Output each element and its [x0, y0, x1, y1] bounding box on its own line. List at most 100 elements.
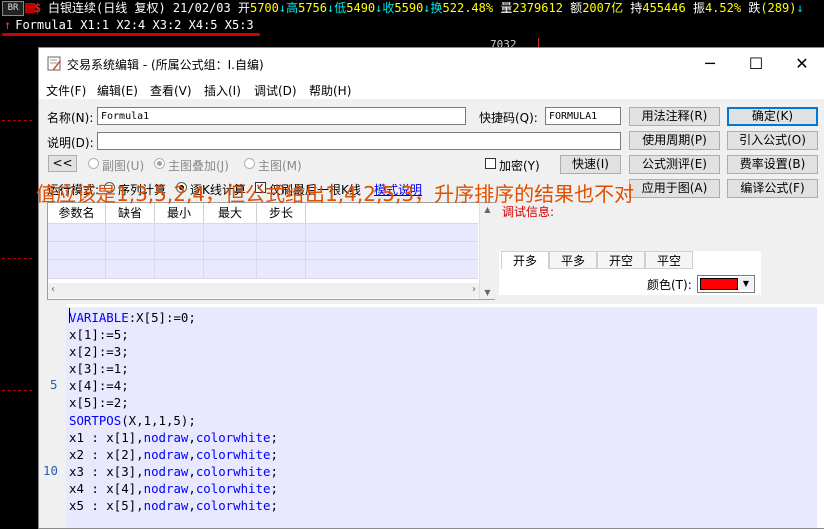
subchart-label: 副图(U): [102, 159, 145, 173]
code-line[interactable]: x3 : x[3],nodraw,colorwhite;: [69, 463, 278, 480]
code-line[interactable]: SORTPOS(X,1,1,5);: [69, 412, 278, 429]
fee-settings-button[interactable]: 费率设置(B): [727, 155, 818, 174]
maximize-button[interactable]: ☐: [733, 48, 779, 79]
grid-line: [48, 223, 478, 224]
text-cursor: [69, 308, 70, 323]
close-button[interactable]: ✕: [779, 48, 824, 79]
open-value: 5700: [249, 1, 279, 15]
code-line[interactable]: x1 : x[1],nodraw,colorwhite;: [69, 429, 278, 446]
color-label: 颜色(T):: [647, 278, 692, 292]
code-token: ,: [188, 498, 196, 514]
line-number: 5: [50, 377, 58, 393]
tab-open-long[interactable]: 开多: [501, 251, 549, 269]
description-input[interactable]: [97, 132, 621, 150]
import-formula-button[interactable]: 引入公式(O): [727, 131, 818, 150]
quote-row: 白银连续(日线 复权) 21/02/03 开5700↓高5756↓低5490↓收…: [48, 0, 804, 17]
dollar-icon: $: [34, 1, 42, 15]
speed-button[interactable]: 快速(I): [560, 155, 621, 174]
code-line[interactable]: x2 : x[2],nodraw,colorwhite;: [69, 446, 278, 463]
code-token: (X,1,1,5);: [121, 412, 196, 428]
chevron-down-icon[interactable]: ▼: [739, 277, 753, 290]
menu-view[interactable]: 查看(V): [150, 82, 192, 99]
overlay-label: 主图叠加(J): [168, 159, 229, 173]
title-bar[interactable]: 交易系统编辑 - (所属公式组：I.自编) ─ ☐ ✕: [39, 48, 824, 79]
code-token: ;: [270, 498, 278, 514]
code-line[interactable]: x[3]:=1;: [69, 360, 278, 377]
code-line[interactable]: x[5]:=2;: [69, 394, 278, 411]
code-token: ;: [270, 446, 278, 462]
code-token: ,: [188, 429, 196, 445]
color-picker[interactable]: ▼: [697, 275, 755, 293]
ok-button[interactable]: 确定(K): [727, 107, 818, 126]
param-vertical-scrollbar[interactable]: ▲ ▼: [479, 203, 495, 299]
grid-line: [48, 259, 478, 260]
chart-dashed-line: [2, 390, 32, 392]
menu-edit[interactable]: 编辑(E): [97, 82, 138, 99]
high-label: ↓高: [278, 1, 299, 15]
code-line[interactable]: x[4]:=4;: [69, 377, 278, 394]
mainchart-radio[interactable]: [244, 158, 255, 169]
formula-test-button[interactable]: 公式测评(E): [629, 155, 720, 174]
tab-close-short[interactable]: 平空: [645, 251, 693, 269]
parameter-rows-area[interactable]: [48, 224, 478, 278]
scroll-left-icon[interactable]: ‹: [51, 284, 55, 295]
scroll-down-icon[interactable]: ▼: [480, 288, 495, 297]
subchart-radio[interactable]: [88, 158, 99, 169]
turnover-value: 522.48%: [442, 1, 494, 15]
code-line[interactable]: VARIABLE:X[5]:=0;: [69, 309, 278, 326]
menu-file[interactable]: 文件(F): [46, 82, 86, 99]
minimize-button[interactable]: ─: [687, 48, 733, 79]
stock-ticker-bar: BR $ 白银连续(日线 复权) 21/02/03 开5700↓高5756↓低5…: [0, 0, 824, 17]
close-label: ↓收: [375, 1, 395, 15]
encrypt-checkbox[interactable]: [485, 158, 496, 169]
code-token: ;: [270, 429, 278, 445]
code-token: x[3]:=1;: [69, 361, 129, 377]
compile-formula-button[interactable]: 编译公式(F): [727, 179, 818, 198]
code-text[interactable]: VARIABLE:X[5]:=0; x[1]:=5; x[2]:=3; x[3]:=1…: [69, 309, 278, 514]
fall-label: 跌: [748, 1, 761, 15]
low-value: 5490: [346, 1, 376, 15]
use-period-button[interactable]: 使用周期(P): [629, 131, 720, 150]
code-line[interactable]: x[1]:=5;: [69, 326, 278, 343]
tab-open-short[interactable]: 开空: [597, 251, 645, 269]
parameter-table: 参数名 缺省 最小 最大 步长 ▲ ▼ ‹ ›: [47, 202, 495, 300]
code-line[interactable]: x5 : x[5],nodraw,colorwhite;: [69, 497, 278, 514]
grid-line: [256, 223, 257, 279]
fall-value: (289): [760, 1, 797, 15]
code-keyword: nodraw: [143, 446, 189, 462]
overlay-radio[interactable]: [154, 158, 165, 169]
line-number-gutter: [39, 304, 66, 528]
code-token: x4 : x[4],: [69, 480, 144, 496]
code-keyword: colorwhite: [195, 463, 271, 479]
br-badge[interactable]: BR: [2, 1, 24, 16]
low-label: ↓低: [327, 1, 347, 15]
menu-insert[interactable]: 插入(I): [204, 82, 241, 99]
menu-debug[interactable]: 调试(D): [254, 82, 297, 99]
usage-note-button[interactable]: 用法注释(R): [629, 107, 720, 126]
grid-line: [154, 223, 155, 279]
param-horizontal-scrollbar[interactable]: ‹ ›: [48, 283, 479, 298]
code-line[interactable]: x[2]:=3;: [69, 343, 278, 360]
code-line[interactable]: x4 : x[4],nodraw,colorwhite;: [69, 480, 278, 497]
name-input[interactable]: Formula1: [97, 107, 466, 125]
menu-help[interactable]: 帮助(H): [309, 82, 351, 99]
annotation-note: 值应该是1,3,5,2,4，但公式给出1,4,2,5,3，升序排序的结果也不对: [36, 182, 635, 206]
grid-line: [48, 278, 478, 279]
red-underline-mark: [2, 33, 260, 36]
code-token: ;: [270, 463, 278, 479]
grid-line: [203, 223, 204, 279]
chart-dashed-line: [2, 258, 32, 260]
apply-to-chart-button[interactable]: 应用于图(A): [629, 179, 720, 198]
amp-value: 4.52%: [704, 1, 742, 15]
window-title: 交易系统编辑 - (所属公式组：I.自编): [67, 58, 264, 72]
hold-label: 持: [630, 1, 643, 15]
shortcut-input[interactable]: FORMULA1: [545, 107, 621, 125]
code-editor[interactable]: 5 10 VARIABLE:X[5]:=0; x[1]:=5; x[2]:=3; x[3…: [39, 304, 824, 528]
close-value: 5590: [394, 1, 424, 15]
formula-editor-dialog: 交易系统编辑 - (所属公式组：I.自编) ─ ☐ ✕ 文件(F) 编辑(E) …: [38, 47, 824, 529]
code-token: x1 : x[1],: [69, 429, 144, 445]
collapse-button[interactable]: <<: [48, 155, 77, 172]
tab-close-long[interactable]: 平多: [549, 251, 597, 269]
code-token: ,: [188, 480, 196, 496]
scroll-right-icon[interactable]: ›: [472, 284, 476, 295]
